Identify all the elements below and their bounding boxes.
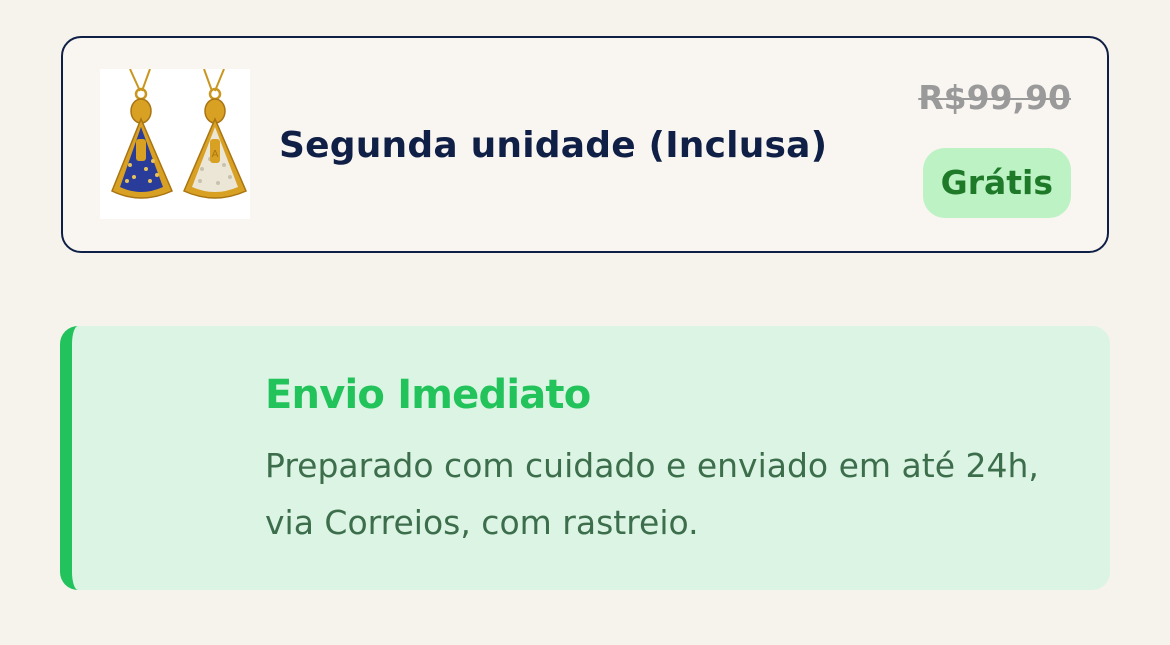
shipping-info: Envio Imediato Preparado com cuidado e e… — [60, 326, 1110, 590]
old-price: R$99,90 — [918, 78, 1071, 117]
product-title: Segunda unidade (Inclusa) — [279, 125, 828, 166]
shipping-description: Preparado com cuidado e enviado em até 2… — [265, 446, 1039, 542]
product-card[interactable]: A Segunda unidade (Inclusa) R$99,90 Grát… — [61, 36, 1109, 253]
free-badge: Grátis — [922, 148, 1071, 218]
product-image: A — [100, 69, 250, 219]
pendant-icon: A — [111, 69, 247, 199]
shipping-title: Envio Imediato — [265, 372, 591, 418]
svg-text:A: A — [212, 149, 219, 160]
